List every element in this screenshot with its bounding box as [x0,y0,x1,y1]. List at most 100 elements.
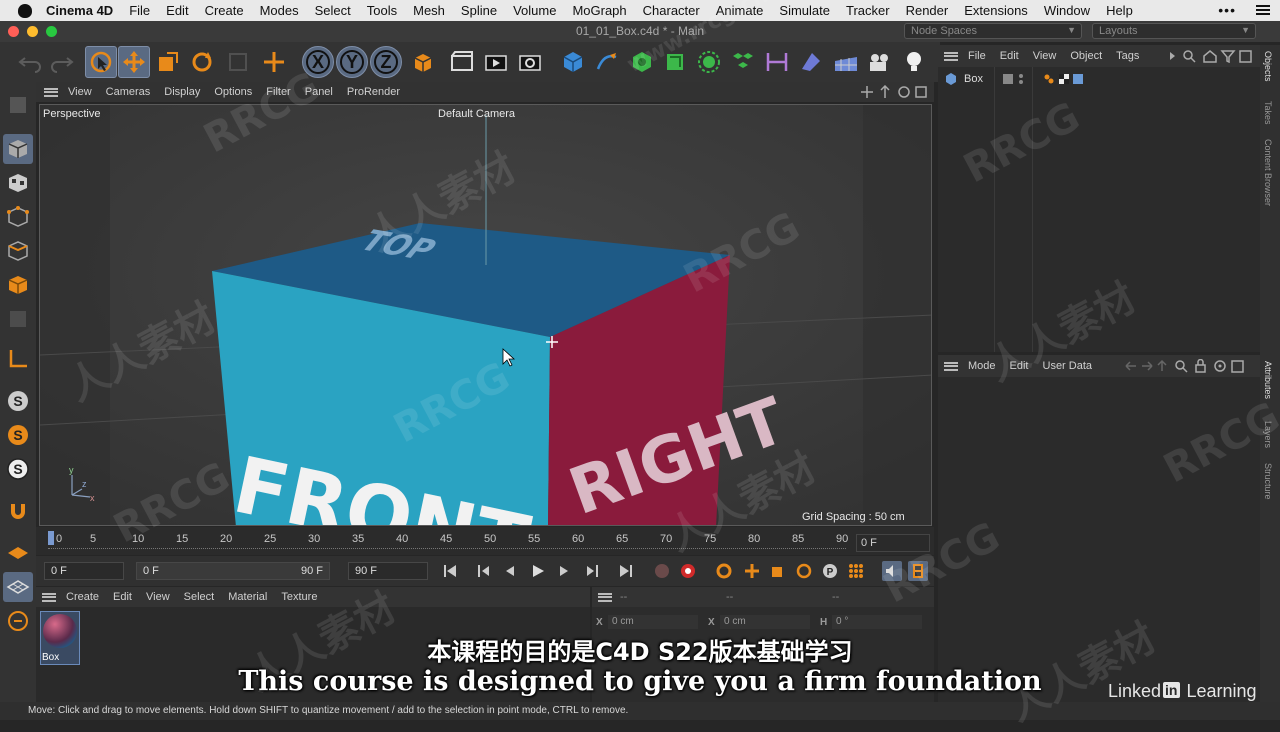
coord-x-size-field[interactable]: 0 cm [720,615,810,629]
viewport-menu-icon[interactable] [44,87,58,97]
coord-heading-field[interactable]: 0 ° [832,615,922,629]
camera-button[interactable] [864,46,896,78]
deformer-button[interactable] [761,46,793,78]
attributes-tools-icons[interactable] [1124,359,1254,373]
viewport-menu-view[interactable]: View [68,86,92,98]
menu-simulate[interactable]: Simulate [779,3,830,18]
material-menu-edit[interactable]: Edit [113,591,132,603]
menu-volume[interactable]: Volume [513,3,556,18]
next-frame-button[interactable] [554,561,574,581]
rotate-tool-button[interactable] [186,46,218,78]
axis-mode-button[interactable] [3,344,33,374]
viewport-nav-icons[interactable] [860,85,930,99]
menu-modes[interactable]: Modes [260,3,299,18]
object-menu-file[interactable]: File [968,50,986,62]
menu-spline[interactable]: Spline [461,3,497,18]
field-button[interactable] [795,46,827,78]
node-spaces-dropdown[interactable]: Node Spaces ▼ [904,23,1082,39]
snap-settings-button[interactable]: S [3,420,33,450]
object-menu-icon[interactable] [944,51,958,61]
pen-spline-button[interactable] [591,46,623,78]
magnet-icon[interactable] [3,496,33,526]
menu-list-icon[interactable] [1256,5,1270,15]
autokeying-button[interactable] [678,561,698,581]
menu-select[interactable]: Select [315,3,351,18]
viewport-menu-display[interactable]: Display [164,86,200,98]
world-coordinates-button[interactable] [406,46,438,78]
x-axis-lock-button[interactable]: X [302,46,334,78]
object-tags-icons[interactable] [1001,72,1091,86]
timeline-window-button[interactable] [908,561,928,581]
viewport-menu-options[interactable]: Options [214,86,252,98]
key-rotation-button[interactable] [794,561,814,581]
timeline-playhead[interactable] [48,531,54,545]
material-menu-material[interactable]: Material [228,591,267,603]
coordinates-menu-icon[interactable] [598,592,612,602]
model-mode-button[interactable] [3,134,33,164]
cloner-button[interactable] [693,46,725,78]
perspective-viewport[interactable]: TOP FRONT RIGHT y x z Perspective Defaul… [39,104,932,526]
material-menu-select[interactable]: Select [184,591,215,603]
menu-help[interactable]: Help [1106,3,1133,18]
material-menu-icon[interactable] [42,592,56,602]
previous-frame-button[interactable] [500,561,520,581]
menu-window[interactable]: Window [1044,3,1090,18]
floor-environment-button[interactable] [830,46,862,78]
tab-attributes[interactable]: Attributes [1263,361,1273,399]
menu-edit[interactable]: Edit [166,3,188,18]
menu-render[interactable]: Render [906,3,949,18]
cube-object-button[interactable] [557,46,589,78]
next-key-button[interactable] [582,561,602,581]
key-position-button[interactable] [742,561,762,581]
tab-layers[interactable]: Layers [1263,421,1273,448]
menu-character[interactable]: Character [643,3,700,18]
recent-tool-button[interactable] [222,46,254,78]
menu-extensions[interactable]: Extensions [964,3,1028,18]
object-menu-edit[interactable]: Edit [1000,50,1019,62]
key-point-level-button[interactable] [846,561,866,581]
menu-tracker[interactable]: Tracker [846,3,890,18]
preview-range-slider[interactable]: 0 F 90 F [136,562,330,580]
object-menu-view[interactable]: View [1033,50,1057,62]
material-menu-view[interactable]: View [146,591,170,603]
undo-button[interactable] [14,46,46,78]
redo-button[interactable] [46,46,78,78]
scale-tool-button[interactable] [152,46,184,78]
render-settings-button[interactable] [514,46,546,78]
apple-icon[interactable] [18,3,32,18]
attributes-menu-edit[interactable]: Edit [1010,360,1029,372]
record-keys-button[interactable] [652,561,672,581]
points-mode-button[interactable] [3,202,33,232]
object-manager-tools-icons[interactable] [1168,49,1254,63]
menu-mesh[interactable]: Mesh [413,3,445,18]
menu-mograph[interactable]: MoGraph [572,3,626,18]
menu-animate[interactable]: Animate [716,3,764,18]
tab-structure[interactable]: Structure [1263,463,1273,500]
material-menu-create[interactable]: Create [66,591,99,603]
keyframe-selection-button[interactable] [714,561,734,581]
object-menu-tags[interactable]: Tags [1116,50,1139,62]
go-to-end-button[interactable] [616,561,636,581]
tab-objects[interactable]: Objects [1263,51,1273,82]
coordinate-system-button[interactable] [258,46,290,78]
attributes-menu-user-data[interactable]: User Data [1043,360,1093,372]
go-to-start-button[interactable] [440,561,460,581]
attributes-menu-icon[interactable] [944,361,958,371]
workplane-button[interactable] [3,538,33,568]
light-button[interactable] [898,46,930,78]
material-menu-texture[interactable]: Texture [281,591,317,603]
subdivision-surface-button[interactable] [626,46,658,78]
menu-create[interactable]: Create [205,3,244,18]
viewport-menu-cameras[interactable]: Cameras [106,86,151,98]
snap-button[interactable]: S [3,386,33,416]
end-frame-field[interactable]: 90 F [348,562,428,580]
menu-app-name[interactable]: Cinema 4D [46,3,113,18]
sound-scrub-button[interactable] [882,561,902,581]
menu-file[interactable]: File [129,3,150,18]
previous-key-button[interactable] [474,561,494,581]
y-axis-lock-button[interactable]: Y [336,46,368,78]
timeline-ruler[interactable]: 0 5 10 15 20 25 30 35 40 45 50 55 60 65 … [36,527,934,555]
polygons-mode-button[interactable] [3,270,33,300]
key-parameter-button[interactable]: P [820,561,840,581]
extrude-button[interactable] [659,46,691,78]
